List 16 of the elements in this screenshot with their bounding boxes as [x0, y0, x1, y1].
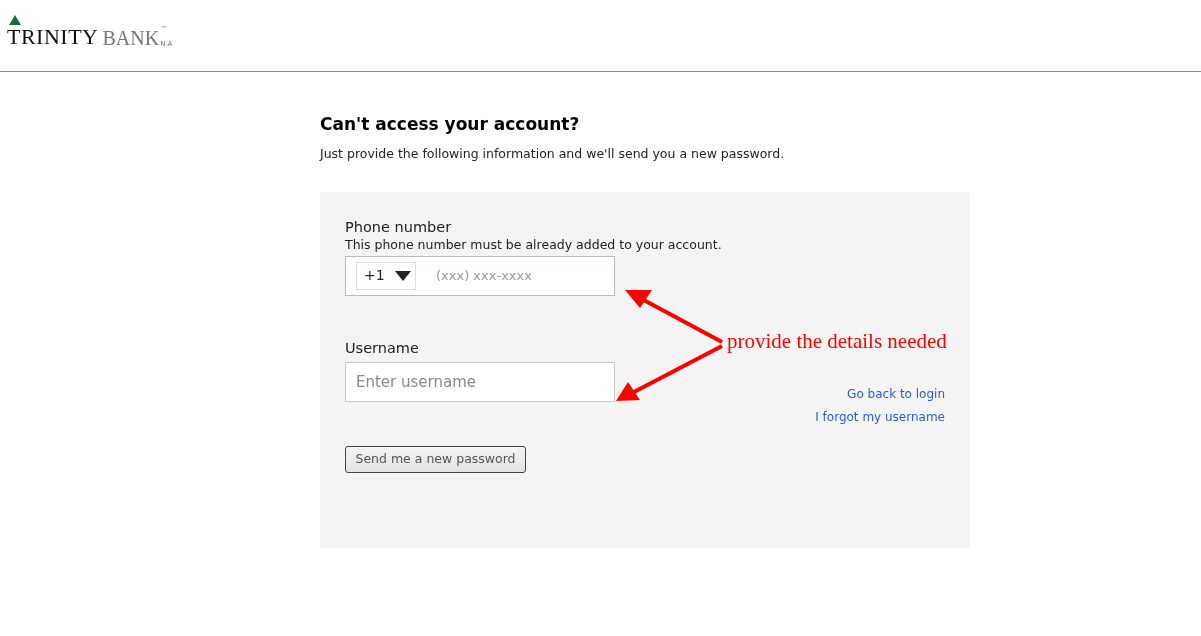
tree-icon — [9, 15, 21, 25]
submit-button[interactable]: Send me a new password — [345, 445, 526, 473]
phone-field[interactable]: +1 (xxx) xxx-xxxx — [345, 255, 615, 296]
logo-bank: BANK — [102, 28, 160, 48]
annotation-text: provide the details needed — [727, 328, 947, 354]
page-title: Can't access your account? — [320, 114, 581, 134]
text-link[interactable]: Go back to login — [847, 385, 945, 403]
caret-icon — [394, 270, 411, 281]
page-subtitle: Just provide the following information and we'll send you a new password. — [320, 145, 786, 163]
username-field[interactable]: Enter username — [345, 361, 615, 402]
phone-hint: This phone number must be already added to your account. — [345, 236, 723, 253]
logo-wordmark: TRINITY — [7, 26, 99, 48]
text-link[interactable]: I forgot my username — [815, 408, 945, 426]
username-label: Username — [345, 338, 419, 357]
phone-label: Phone number — [345, 217, 453, 236]
country-code-select[interactable]: +1 — [356, 261, 416, 290]
